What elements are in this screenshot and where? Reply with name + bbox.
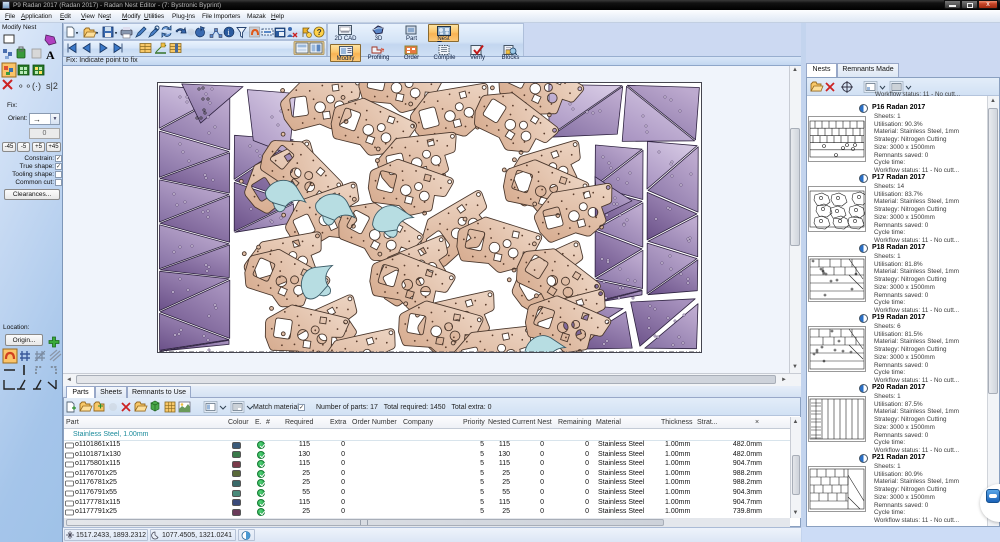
svg-text:⚬⚬: ⚬⚬ [17, 81, 32, 91]
svg-text:?: ? [317, 28, 322, 37]
svg-text:s|2: s|2 [46, 81, 58, 91]
svg-text:A: A [46, 48, 55, 62]
svg-text:(·): (·) [32, 81, 41, 91]
